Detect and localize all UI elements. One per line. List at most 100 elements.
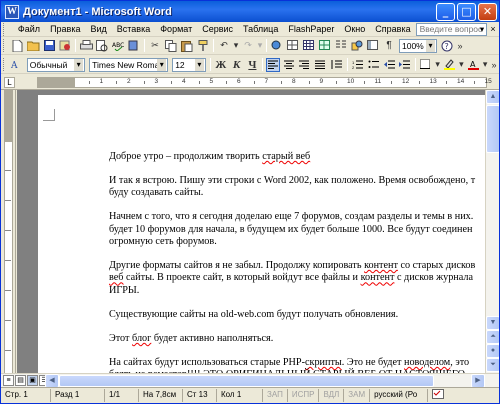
status-page[interactable]: Стр. 1 (1, 389, 51, 402)
justify-icon[interactable] (314, 58, 328, 72)
align-left-icon[interactable] (266, 57, 281, 72)
show-hide-icon[interactable]: ¶ (382, 39, 396, 53)
border-dropdown-icon[interactable]: ▾ (435, 58, 441, 72)
spelling-icon[interactable]: ABC (111, 39, 125, 53)
menu-view[interactable]: Вид (85, 24, 111, 34)
paragraph[interactable]: Доброе утро – продолжим творить старый в… (109, 151, 485, 163)
web-layout-button[interactable]: ▤ (15, 375, 26, 386)
font-color-icon[interactable]: A (466, 58, 480, 72)
vertical-scrollbar[interactable]: ▲ ▼ ⏶ ● ⏷ (485, 90, 499, 373)
status-record-macro[interactable]: ЗАП (263, 389, 288, 402)
redo-icon[interactable]: ↷ (241, 39, 255, 53)
font-size-select[interactable]: 12 (172, 57, 206, 72)
undo-icon[interactable]: ↶ (217, 39, 231, 53)
document-map-icon[interactable] (366, 39, 380, 53)
hyperlink-icon[interactable] (270, 39, 284, 53)
title-bar[interactable]: W Документ1 - Microsoft Word _ □ ✕ (1, 1, 499, 22)
scroll-up-button[interactable]: ▲ (486, 90, 499, 104)
style-select[interactable]: Обычный (26, 57, 86, 72)
menu-format[interactable]: Формат (155, 24, 197, 34)
menu-help[interactable]: Справка (370, 24, 415, 34)
document-area[interactable]: Доброе утро – продолжим творить старый в… (17, 90, 485, 373)
minimize-button[interactable]: _ (436, 2, 455, 21)
close-document-button[interactable]: × (489, 24, 497, 34)
insert-excel-icon[interactable] (318, 39, 332, 53)
menu-tools[interactable]: Сервис (197, 24, 238, 34)
spelling-error-word[interactable]: веб (109, 272, 123, 283)
horizontal-ruler[interactable]: L 1 2 3 4 5 6 7 8 9 10 11 12 13 14 15 (1, 75, 499, 90)
columns-icon[interactable] (334, 39, 348, 53)
document-page[interactable]: Доброе утро – продолжим творить старый в… (38, 95, 485, 373)
toolbar-options-icon[interactable]: » (456, 39, 464, 53)
scroll-left-button[interactable]: ◀ (45, 374, 59, 388)
help-icon[interactable]: ? (440, 39, 454, 53)
scroll-down-button[interactable]: ▼ (486, 316, 499, 330)
tables-borders-icon[interactable] (286, 39, 300, 53)
document-text[interactable]: Доброе утро – продолжим творить старый в… (109, 151, 485, 373)
horizontal-scroll-thumb[interactable] (59, 375, 434, 387)
align-center-icon[interactable] (282, 58, 296, 72)
increase-indent-icon[interactable] (398, 58, 412, 72)
previous-page-button[interactable]: ⏶ (486, 330, 499, 344)
permission-icon[interactable] (58, 39, 72, 53)
paragraph[interactable]: Этот блог будет активно наполняться. (109, 333, 485, 345)
vertical-scroll-thumb[interactable] (486, 105, 499, 153)
scroll-right-button[interactable]: ▶ (471, 374, 485, 388)
highlight-icon[interactable] (443, 58, 457, 72)
highlight-dropdown-icon[interactable]: ▾ (458, 58, 464, 72)
normal-view-button[interactable]: ≡ (3, 375, 14, 386)
toolbar-grip[interactable] (3, 39, 6, 52)
tab-selector[interactable]: L (4, 77, 15, 88)
paragraph[interactable]: Существующие сайты на old-web.com будут … (109, 309, 485, 321)
paste-icon[interactable] (180, 39, 194, 53)
undo-dropdown-icon[interactable]: ▾ (233, 39, 239, 53)
maximize-button[interactable]: □ (457, 2, 476, 21)
browse-object-button[interactable]: ● (486, 344, 499, 358)
paragraph[interactable]: Другие форматы сайтов я не забыл. Продол… (109, 260, 485, 297)
drawing-icon[interactable] (350, 39, 364, 53)
align-right-icon[interactable] (298, 58, 312, 72)
cut-icon[interactable]: ✂ (148, 39, 162, 53)
menu-window[interactable]: Окно (339, 24, 370, 34)
zoom-select[interactable]: 100% (399, 38, 437, 53)
italic-button[interactable]: К (230, 58, 244, 72)
menu-grip[interactable] (3, 22, 10, 36)
insert-table-icon[interactable] (302, 39, 316, 53)
status-overtype[interactable]: ЗАМ (344, 389, 371, 402)
status-column[interactable]: Кол 1 (217, 389, 263, 402)
spelling-status-icon[interactable] (428, 389, 450, 402)
print-icon[interactable] (79, 39, 93, 53)
decrease-indent-icon[interactable] (382, 58, 396, 72)
save-icon[interactable] (42, 39, 56, 53)
toolbar-grip[interactable] (3, 58, 6, 71)
spelling-error-word[interactable]: новоделом (404, 357, 450, 368)
close-button[interactable]: ✕ (478, 2, 497, 21)
open-folder-icon[interactable] (26, 39, 40, 53)
spelling-error-word[interactable]: блог (132, 333, 151, 344)
help-question-box[interactable]: Введите вопрос (415, 22, 488, 36)
status-track-changes[interactable]: ИСПР (288, 389, 320, 402)
copy-icon[interactable] (164, 39, 178, 53)
print-layout-button[interactable]: ▣ (27, 375, 38, 386)
spelling-error-word[interactable]: контент (361, 272, 395, 283)
status-language[interactable]: русский (Ро (370, 389, 429, 402)
menu-edit[interactable]: Правка (45, 24, 85, 34)
status-position[interactable]: На 7,8см (139, 389, 183, 402)
spelling-error-word[interactable]: старый веб (262, 151, 310, 162)
status-extend-selection[interactable]: ВДЛ (319, 389, 345, 402)
new-document-icon[interactable] (10, 39, 24, 53)
print-preview-icon[interactable] (95, 39, 109, 53)
spelling-error-word[interactable]: скрипты (305, 357, 342, 368)
styles-formatting-icon[interactable]: A (10, 58, 24, 72)
font-color-dropdown-icon[interactable]: ▾ (482, 58, 488, 72)
paragraph[interactable]: На сайтах будут использоваться старые PH… (109, 357, 485, 373)
word-app-icon[interactable]: W (5, 4, 19, 19)
menu-file[interactable]: Файл (13, 24, 45, 34)
paragraph[interactable]: Начнем с того, что я сегодня доделаю еще… (109, 211, 485, 248)
line-spacing-icon[interactable] (330, 58, 344, 72)
underline-button[interactable]: Ч (246, 58, 260, 72)
border-icon[interactable] (419, 58, 433, 72)
status-section[interactable]: Разд 1 (51, 389, 105, 402)
bold-button[interactable]: Ж (214, 58, 228, 72)
bullets-icon[interactable] (366, 58, 380, 72)
